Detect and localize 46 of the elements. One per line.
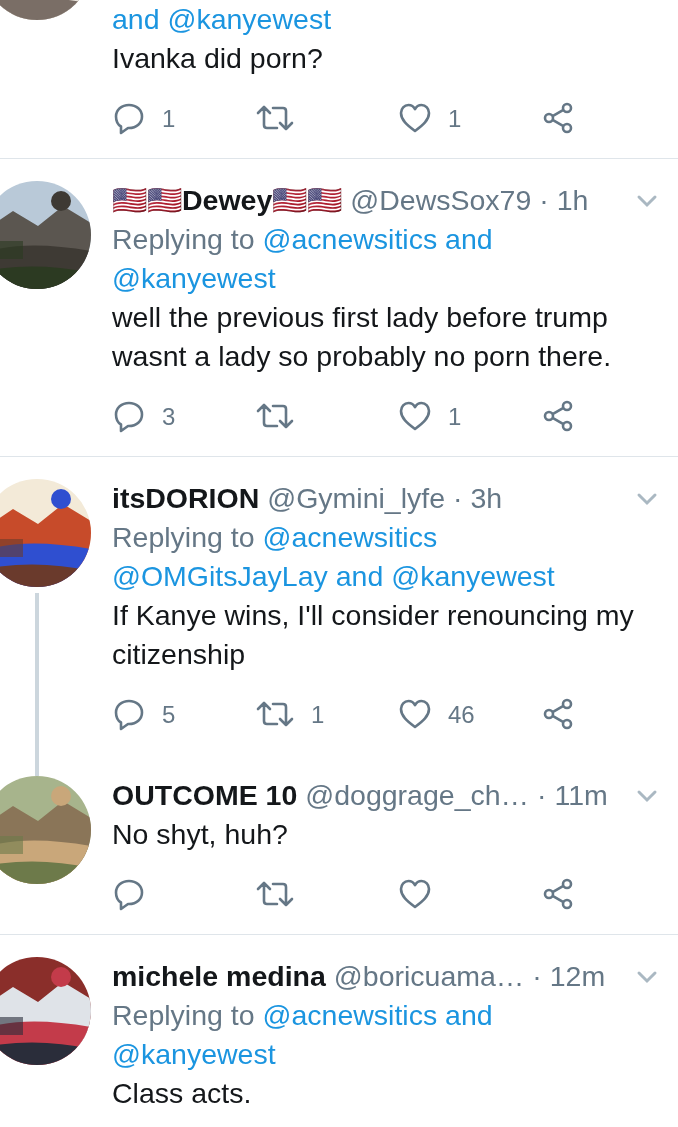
timestamp: · 11m — [537, 778, 608, 813]
reply-count: 5 — [162, 699, 176, 730]
like-count: 1 — [448, 401, 462, 432]
retweet-count: 1 — [311, 699, 325, 730]
mention-link[interactable]: @kanyewest — [112, 1038, 276, 1070]
mention-link[interactable]: @acnewsitics and — [262, 223, 493, 255]
replying-label: Replying to — [112, 521, 255, 553]
timestamp: · 12m — [532, 959, 606, 994]
reply-count: 1 — [162, 103, 176, 134]
like-count: 1 — [448, 103, 462, 134]
user-name: 🇺🇸🇺🇸Dewey🇺🇸🇺🇸 — [112, 183, 343, 218]
replying-label: Replying to — [112, 999, 255, 1031]
mention-link[interactable]: and @kanyewest — [112, 3, 332, 35]
heart-icon[interactable] — [398, 399, 432, 433]
mention-link[interactable]: @OMGitsJayLay and @kanyewest — [112, 560, 555, 592]
tweet-text: Ivanka did porn? — [112, 41, 324, 76]
mention-link[interactable]: @kanyewest — [112, 262, 276, 294]
mention-link[interactable]: @acnewsitics and — [262, 999, 493, 1031]
mention-link[interactable]: @acnewsitics — [262, 521, 438, 553]
heart-icon[interactable] — [398, 697, 432, 731]
heart-icon[interactable] — [398, 877, 432, 911]
reply-count: 3 — [162, 401, 176, 432]
share-icon[interactable] — [541, 101, 575, 135]
reply-icon[interactable] — [112, 877, 146, 911]
timestamp: · 1h — [539, 183, 589, 218]
heart-icon[interactable] — [398, 101, 432, 135]
tweet-text: well the previous first lady before trump wasnt a lady so probably no porn there. — [112, 300, 613, 374]
share-icon[interactable] — [541, 399, 575, 433]
user-name: OUTCOME 10 — [112, 778, 298, 813]
user-handle: @boricuama… — [333, 959, 525, 994]
reply-icon[interactable] — [112, 101, 146, 135]
share-icon[interactable] — [541, 877, 575, 911]
reply-icon[interactable] — [112, 697, 146, 731]
replying-label: Replying to — [112, 223, 255, 255]
tweet-text: Class acts. — [112, 1076, 253, 1111]
tweet-text: If Kanye wins, I'll consider renouncing my citizenship — [112, 598, 635, 672]
timestamp: · 3h — [453, 481, 503, 516]
user-handle: @doggrage_ch… — [305, 778, 530, 813]
user-name: itsDORION — [112, 481, 260, 516]
user-handle: @DewsSox79 — [350, 183, 532, 218]
user-handle: @Gymini_lyfe — [267, 481, 446, 516]
user-name: michele medina — [112, 959, 326, 994]
share-icon[interactable] — [541, 697, 575, 731]
like-count: 46 — [448, 699, 475, 730]
tweet-text: No shyt, huh? — [112, 817, 289, 852]
reply-icon[interactable] — [112, 399, 146, 433]
